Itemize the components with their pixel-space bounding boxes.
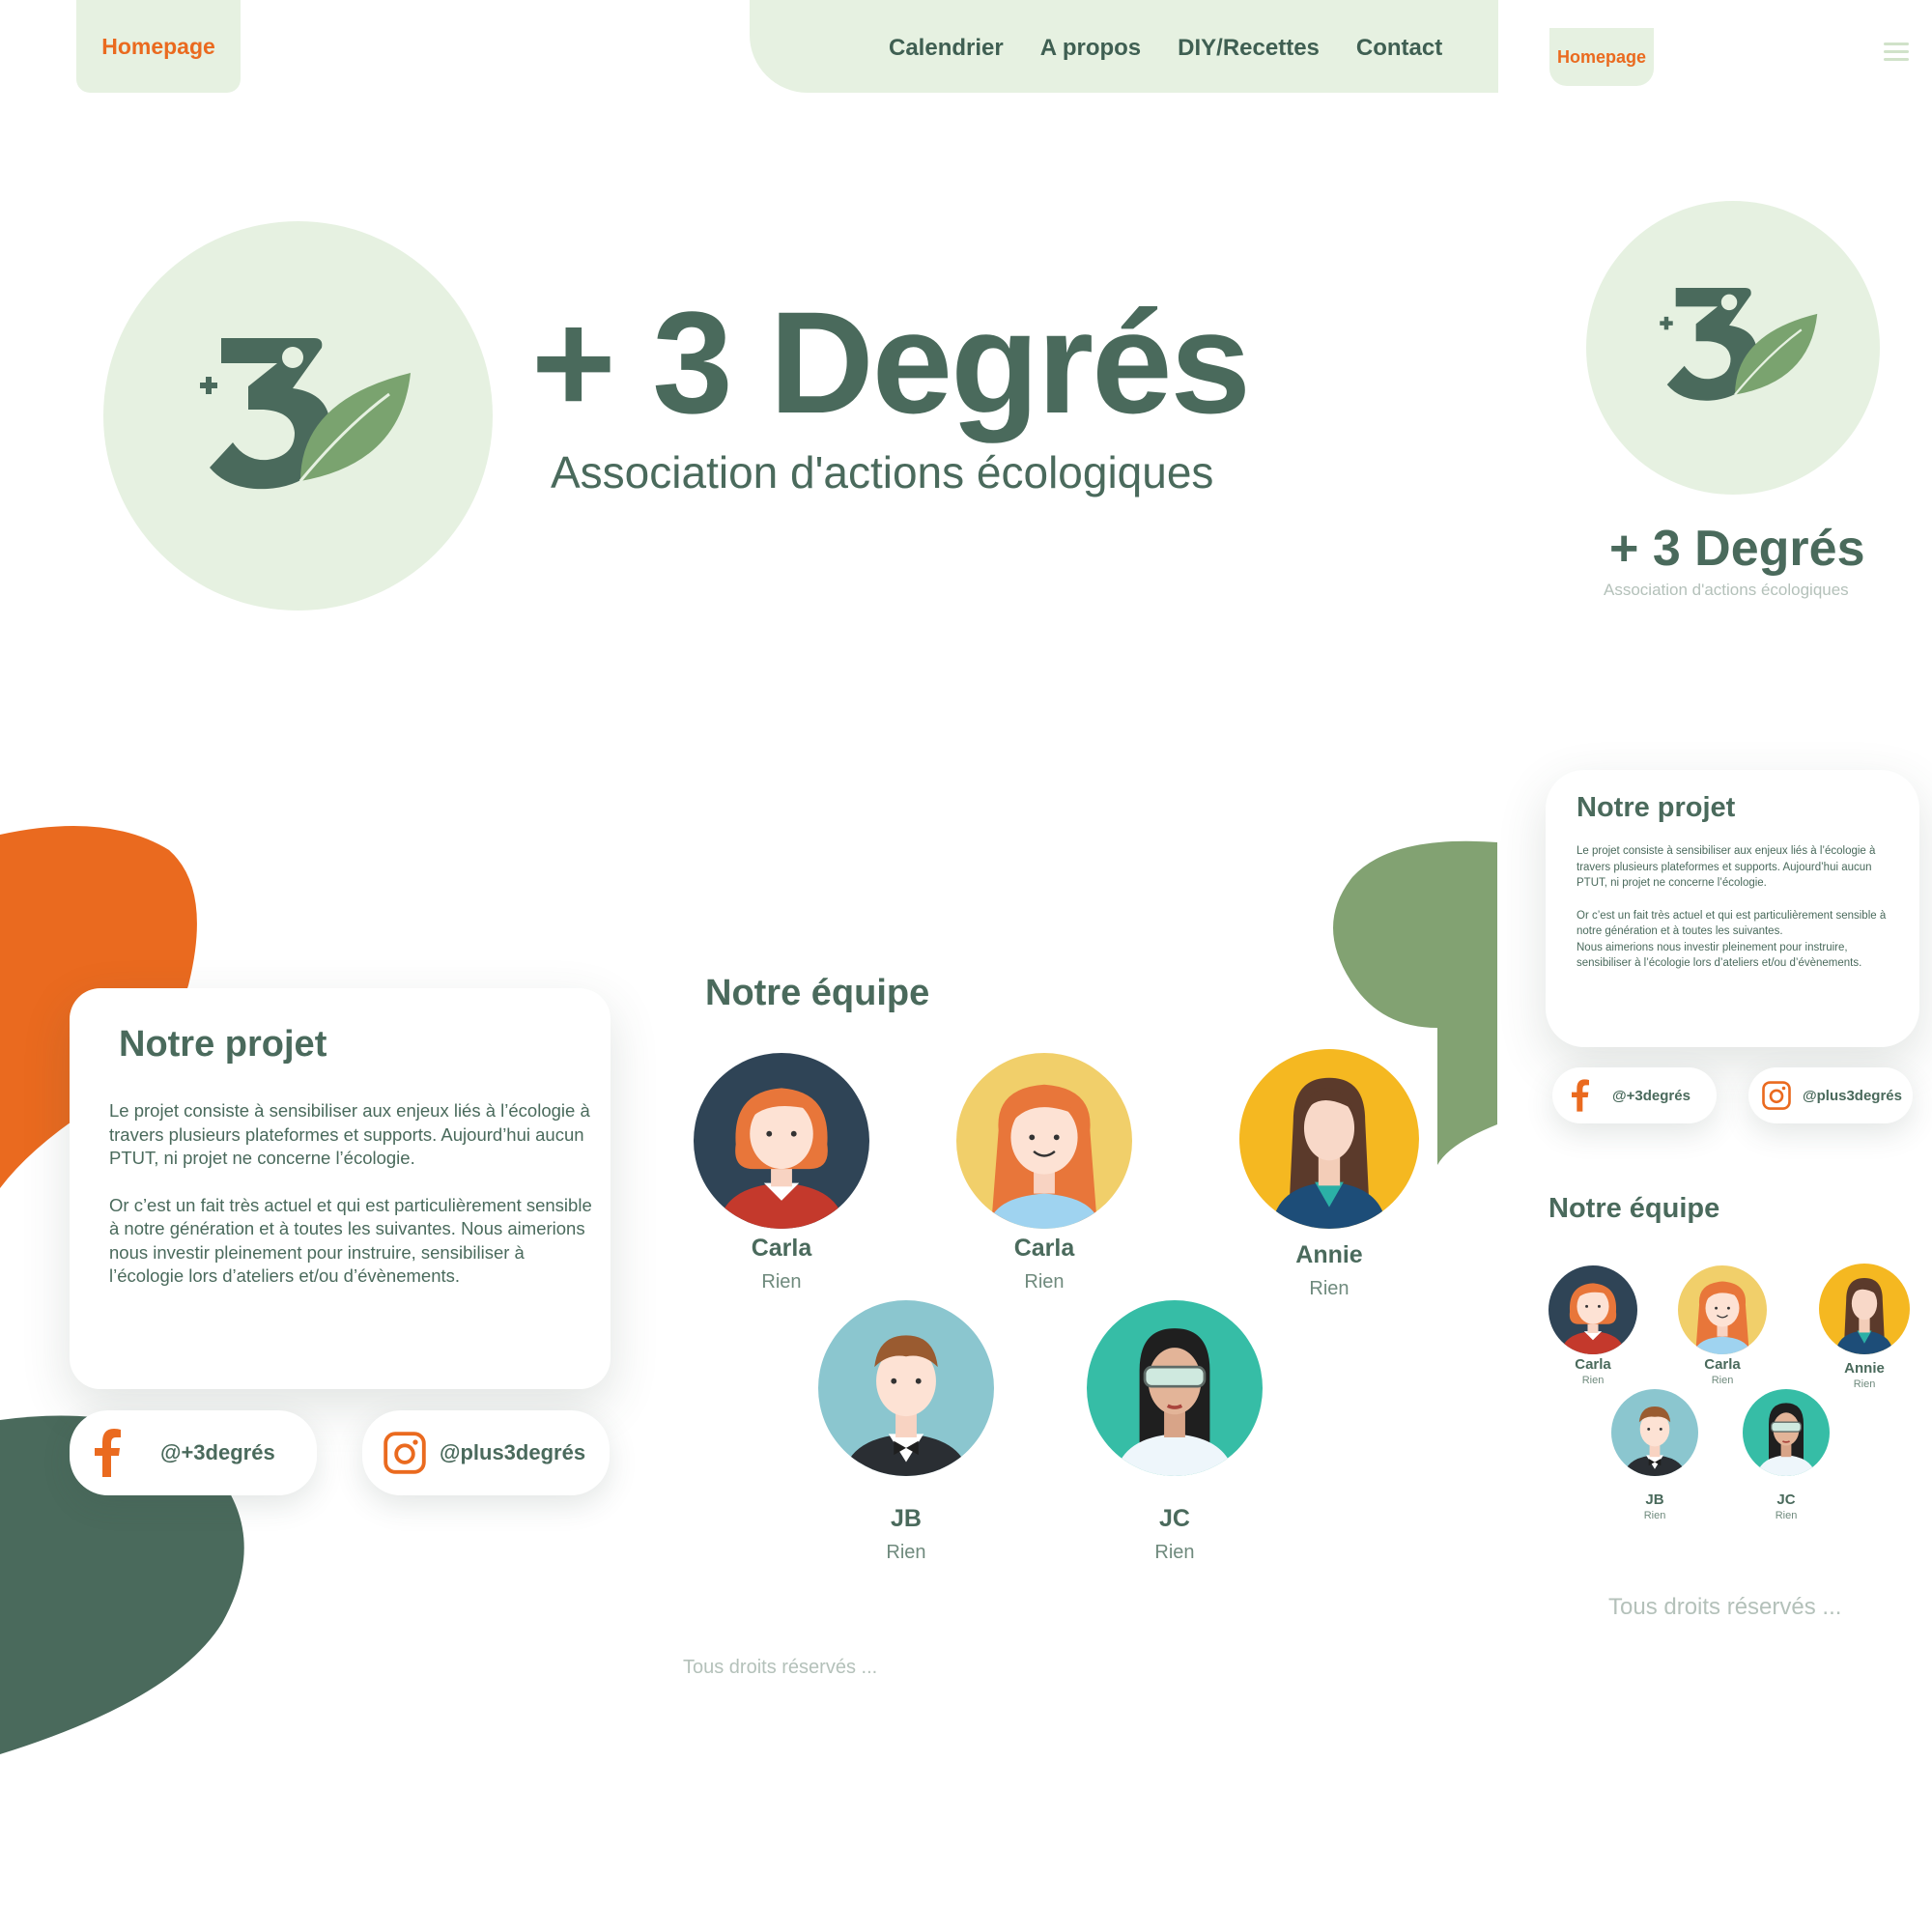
nav-item-calendrier[interactable]: Calendrier [889, 35, 1004, 62]
member-name: JC [1159, 1505, 1190, 1532]
site-subtitle: Association d'actions écologiques [551, 447, 1214, 497]
mobile-site-title: + 3 Degrés [1609, 521, 1865, 577]
facebook-icon [1572, 1078, 1591, 1113]
mobile-member-name: Carla [1704, 1356, 1741, 1373]
mobile-project-description: Le projet consiste à sensibiliser aux en… [1577, 843, 1905, 988]
avatar-jc [1087, 1300, 1263, 1476]
mobile-member-name: JB [1645, 1492, 1664, 1508]
main-navigation: Calendrier A propos DIY/Recettes Contact [889, 35, 1442, 62]
project-title: Notre projet [119, 1024, 327, 1065]
facebook-link[interactable]: @+3degrés [70, 1410, 317, 1495]
mobile-member-role: Rien [1581, 1375, 1605, 1386]
mobile-project-paragraph-2: Or c’est un fait très actuel et qui est … [1577, 909, 1887, 938]
member-role: Rien [886, 1542, 926, 1563]
nav-item-contact[interactable]: Contact [1356, 35, 1442, 62]
mobile-member-role: Rien [1711, 1375, 1734, 1386]
team-title: Notre équipe [705, 973, 930, 1013]
mobile-nav-homepage-link[interactable]: Homepage [1549, 28, 1654, 86]
mobile-avatar-annie [1819, 1264, 1910, 1354]
mobile-avatar-jc [1743, 1389, 1830, 1476]
mobile-facebook-link[interactable]: @+3degrés [1552, 1067, 1717, 1123]
mobile-logo-icon [1660, 273, 1819, 425]
instagram-link[interactable]: @plus3degrés [362, 1410, 610, 1495]
project-paragraph-2: Or c’est un fait très actuel et qui est … [109, 1194, 592, 1287]
mobile-instagram-handle: @plus3degrés [1803, 1087, 1902, 1104]
mobile-member-role: Rien [1853, 1378, 1876, 1390]
mobile-project-paragraph-1: Le projet consiste à sensibiliser aux en… [1577, 845, 1876, 889]
instagram-icon [1762, 1081, 1791, 1110]
member-name: Carla [1013, 1235, 1075, 1262]
logo-icon [200, 319, 412, 522]
member-role: Rien [1024, 1271, 1065, 1293]
mobile-member-role: Rien [1643, 1510, 1666, 1521]
member-name: Carla [751, 1235, 812, 1262]
avatar-annie [1239, 1049, 1419, 1229]
mobile-avatar-carla [1678, 1265, 1767, 1354]
mobile-facebook-handle: @+3degrés [1612, 1087, 1690, 1104]
mobile-member-name: JC [1776, 1492, 1796, 1508]
member-name: JB [891, 1505, 922, 1532]
instagram-handle: @plus3degrés [440, 1440, 586, 1464]
member-role: Rien [1154, 1542, 1195, 1563]
mobile-member-role: Rien [1775, 1510, 1798, 1521]
member-role: Rien [761, 1271, 802, 1293]
facebook-icon [95, 1428, 124, 1478]
mobile-team-title: Notre équipe [1548, 1193, 1720, 1224]
mobile-avatar-carla [1548, 1265, 1637, 1354]
footer-copyright: Tous droits réservés ... [683, 1657, 878, 1678]
mobile-instagram-link[interactable]: @plus3degrés [1748, 1067, 1913, 1123]
instagram-icon [384, 1432, 426, 1474]
nav-homepage-link[interactable]: Homepage [76, 0, 241, 93]
member-name: Annie [1295, 1241, 1363, 1268]
avatar-carla [694, 1053, 869, 1229]
avatar-jb [818, 1300, 994, 1476]
nav-item-diy-recettes[interactable]: DIY/Recettes [1178, 35, 1320, 62]
member-role: Rien [1309, 1278, 1350, 1299]
project-description: Le projet consiste à sensibiliser aux en… [109, 1099, 592, 1312]
mobile-footer-copyright: Tous droits réservés ... [1608, 1594, 1842, 1620]
mobile-avatar-jb [1611, 1389, 1698, 1476]
mobile-project-title: Notre projet [1577, 792, 1736, 823]
hamburger-menu-icon[interactable] [1884, 43, 1909, 62]
mobile-member-name: Annie [1844, 1360, 1885, 1377]
mobile-member-name: Carla [1575, 1356, 1611, 1373]
nav-item-a-propos[interactable]: A propos [1040, 35, 1141, 62]
mobile-project-paragraph-3: Nous aimerions nous investir pleinement … [1577, 941, 1862, 970]
project-paragraph-1: Le projet consiste à sensibiliser aux en… [109, 1100, 590, 1168]
facebook-handle: @+3degrés [160, 1440, 275, 1464]
mobile-site-subtitle: Association d'actions écologiques [1604, 581, 1849, 599]
site-title: + 3 Degrés [531, 281, 1251, 443]
avatar-carla [956, 1053, 1132, 1229]
